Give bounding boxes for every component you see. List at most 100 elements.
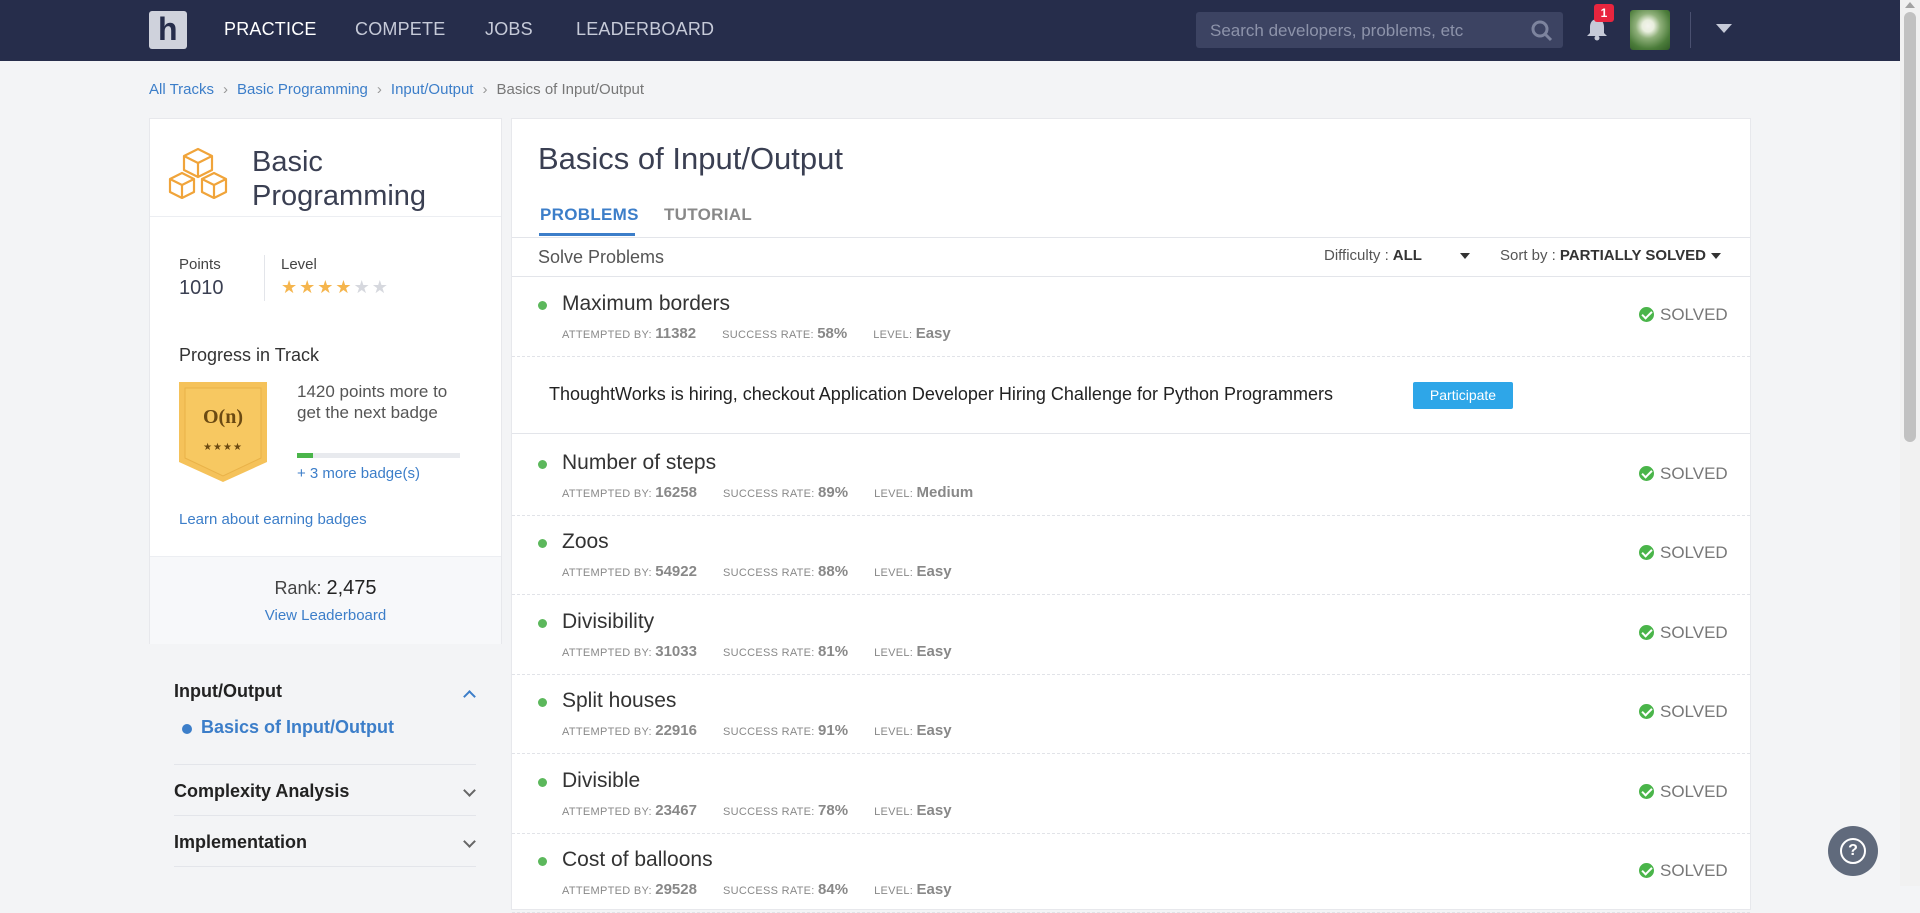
help-button[interactable]: ?	[1828, 826, 1878, 876]
level-label: Level	[281, 256, 317, 273]
badge-progress-bar	[297, 453, 460, 458]
nav-leaderboard[interactable]: LEADERBOARD	[576, 19, 714, 40]
breadcrumb-current: Basics of Input/Output	[496, 81, 645, 98]
problem-name[interactable]: Divisible	[562, 769, 640, 793]
status-text: SOLVED	[1660, 305, 1728, 324]
level-value: Easy	[916, 802, 952, 819]
divider	[1690, 12, 1691, 48]
status-dot	[538, 301, 547, 310]
status-badge: SOLVED	[1639, 702, 1728, 722]
nav-compete[interactable]: COMPETE	[355, 19, 445, 40]
breadcrumb-basic-programming[interactable]: Basic Programming	[237, 81, 368, 98]
attempted-value: 31033	[655, 643, 697, 660]
divider	[174, 764, 476, 765]
scroll-up-icon[interactable]	[1905, 2, 1915, 8]
hiring-banner: ThoughtWorks is hiring, checkout Applica…	[512, 355, 1750, 434]
problem-row[interactable]: Number of steps ATTEMPTED BY: 16258 SUCCES…	[512, 436, 1750, 516]
difficulty-label: Difficulty :	[1324, 247, 1389, 264]
problem-row[interactable]: Divisibility ATTEMPTED BY: 31033 SUCCESS R…	[512, 595, 1750, 675]
level-value: Easy	[916, 881, 952, 898]
chevron-down-icon[interactable]	[463, 784, 476, 797]
more-badges-link[interactable]: + 3 more badge(s)	[297, 465, 420, 482]
logo-letter: h	[158, 11, 178, 47]
page-title: Basics of Input/Output	[538, 141, 844, 176]
chevron-down-icon[interactable]	[463, 835, 476, 848]
success-label: SUCCESS RATE:	[722, 885, 815, 897]
problem-name[interactable]: Divisibility	[562, 610, 654, 634]
level-label: LEVEL:	[874, 885, 914, 897]
status-text: SOLVED	[1660, 782, 1728, 801]
track-card: Basic Programming Points 1010 Level ★★★★…	[149, 118, 502, 644]
sort-dropdown[interactable]: Sort by : PARTIALLY SOLVED	[1500, 247, 1721, 264]
problem-name[interactable]: Zoos	[562, 530, 609, 554]
status-badge: SOLVED	[1639, 861, 1728, 881]
page-scrollbar[interactable]	[1900, 0, 1920, 886]
progress-title: Progress in Track	[179, 345, 320, 365]
difficulty-value: ALL	[1392, 247, 1422, 264]
attempted-label: ATTEMPTED BY:	[562, 329, 652, 341]
success-value: 91%	[818, 722, 849, 739]
problem-row[interactable]: Split houses ATTEMPTED BY: 22916 SUCCESS R…	[512, 674, 1750, 754]
view-leaderboard-link[interactable]: View Leaderboard	[150, 607, 501, 624]
scrollbar-thumb[interactable]	[1904, 12, 1916, 442]
problem-name[interactable]: Split houses	[562, 689, 676, 713]
success-value: 81%	[818, 643, 849, 660]
check-circle-icon	[1639, 466, 1654, 481]
status-dot	[538, 857, 547, 866]
problem-name[interactable]: Number of steps	[562, 451, 716, 475]
problem-row[interactable]: Cost of balloons ATTEMPTED BY: 29528 SUCCE…	[512, 833, 1750, 913]
success-label: SUCCESS RATE:	[722, 488, 815, 500]
difficulty-filter[interactable]: Difficulty : ALL	[1324, 247, 1470, 264]
problem-row[interactable]: Zoos ATTEMPTED BY: 54922 SUCCESS RATE: 88%…	[512, 515, 1750, 595]
check-circle-icon	[1639, 545, 1654, 560]
notification-badge: 1	[1594, 4, 1614, 22]
success-value: 89%	[818, 484, 849, 501]
sort-value: PARTIALLY SOLVED	[1559, 247, 1706, 264]
success-label: SUCCESS RATE:	[722, 647, 815, 659]
sidebar-section-input-output[interactable]: Input/Output	[174, 681, 282, 702]
avatar[interactable]	[1630, 10, 1670, 50]
nav-practice[interactable]: PRACTICE	[224, 19, 317, 40]
sidebar-section-implementation[interactable]: Implementation	[174, 832, 307, 853]
sidebar-item-basics-io[interactable]: Basics of Input/Output	[201, 717, 394, 738]
success-label: SUCCESS RATE:	[722, 726, 815, 738]
question-icon: ?	[1840, 838, 1866, 864]
status-dot	[538, 460, 547, 469]
tab-tutorial[interactable]: TUTORIAL	[664, 205, 752, 225]
chevron-down-icon[interactable]	[1716, 24, 1732, 33]
success-value: 58%	[817, 325, 848, 342]
star-icon: ★	[281, 277, 300, 297]
rank-section: Rank: 2,475 View Leaderboard	[150, 556, 501, 644]
problem-name[interactable]: Maximum borders	[562, 292, 730, 316]
problem-row[interactable]: Maximum borders ATTEMPTED BY: 11382 SUCCES…	[512, 277, 1750, 357]
attempted-value: 22916	[655, 722, 697, 739]
breadcrumb-input-output[interactable]: Input/Output	[391, 81, 474, 98]
problem-name[interactable]: Cost of balloons	[562, 848, 713, 872]
status-badge: SOLVED	[1639, 305, 1728, 325]
solve-problems-heading: Solve Problems	[538, 247, 665, 267]
cubes-icon	[168, 147, 228, 204]
problem-row[interactable]: Divisible ATTEMPTED BY: 23467 SUCCESS RATE…	[512, 754, 1750, 834]
status-dot	[538, 698, 547, 707]
tab-problems[interactable]: PROBLEMS	[540, 205, 639, 225]
status-badge: SOLVED	[1639, 543, 1728, 563]
participate-button[interactable]: Participate	[1413, 382, 1513, 409]
learn-badges-link[interactable]: Learn about earning badges	[179, 511, 367, 528]
sidebar-section-complexity[interactable]: Complexity Analysis	[174, 781, 349, 802]
success-label: SUCCESS RATE:	[722, 806, 815, 818]
search-input[interactable]	[1208, 12, 1522, 50]
level-value: Easy	[916, 643, 952, 660]
top-navbar: h PRACTICE COMPETE JOBS LEADERBOARD 1	[0, 0, 1900, 61]
level-label: LEVEL:	[874, 726, 914, 738]
attempted-label: ATTEMPTED BY:	[562, 567, 652, 579]
nav-jobs[interactable]: JOBS	[485, 19, 533, 40]
points-label: Points	[179, 256, 221, 273]
chevron-up-icon[interactable]	[463, 690, 476, 703]
hackerearth-logo[interactable]: h	[149, 11, 187, 49]
search-icon[interactable]	[1531, 20, 1553, 47]
status-text: SOLVED	[1660, 623, 1728, 642]
status-dot	[538, 778, 547, 787]
breadcrumb-all-tracks[interactable]: All Tracks	[149, 81, 214, 98]
divider	[174, 815, 476, 816]
caret-down-icon	[1459, 253, 1470, 260]
